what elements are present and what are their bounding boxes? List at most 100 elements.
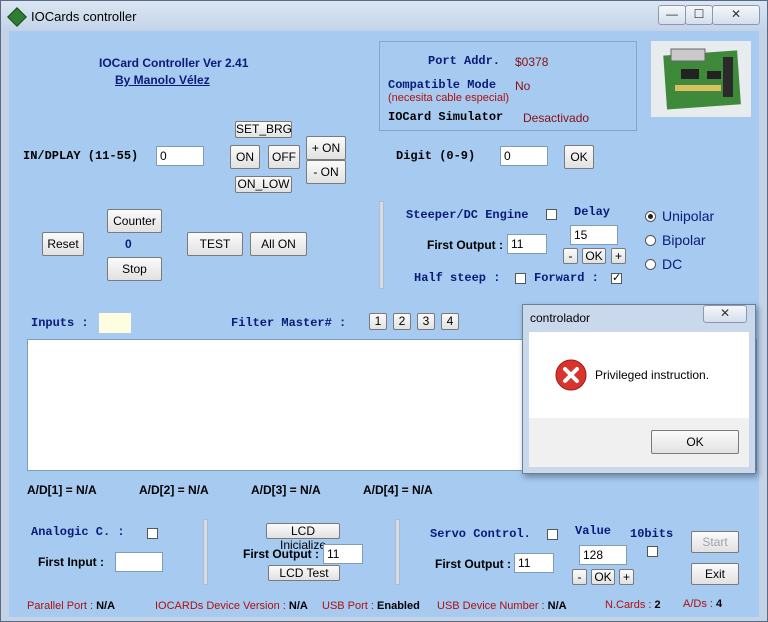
separator-2 (203, 519, 208, 585)
status-ncards: N.Cards : 2 (605, 599, 661, 611)
parallel-label: Parallel Port : (27, 600, 94, 612)
ad4-label: A/D[4] = (363, 483, 409, 497)
start-button[interactable]: Start (691, 531, 739, 553)
ads-value: 4 (716, 598, 723, 610)
usb-value: Enabled (377, 600, 420, 612)
usbnum-value: N/A (547, 600, 567, 612)
off-button[interactable]: OFF (268, 145, 300, 169)
stop-button[interactable]: Stop (107, 257, 162, 281)
board-image (651, 41, 751, 117)
stepper-first-output-input[interactable]: 11 (507, 234, 547, 254)
author-link[interactable]: By Manolo Vélez (115, 73, 210, 87)
exit-button[interactable]: Exit (691, 563, 739, 585)
port-value: $0378 (515, 55, 549, 69)
test-button[interactable]: TEST (187, 232, 243, 256)
servo-first-output-label: First Output : (435, 557, 511, 571)
servo-bits-checkbox[interactable] (647, 546, 658, 557)
close-button[interactable]: ✕ (712, 5, 760, 25)
reset-button[interactable]: Reset (42, 232, 84, 256)
dc-radio[interactable] (645, 259, 656, 270)
first-input-field[interactable] (115, 552, 163, 572)
compat-note: (necesita cable especial) (388, 92, 510, 104)
digit-label: Digit (0-9) (396, 149, 476, 163)
servo-first-output-input[interactable]: 11 (514, 553, 554, 573)
dialog-close-button[interactable]: ✕ (703, 305, 747, 323)
filter-4-button[interactable]: 4 (441, 313, 459, 330)
all-on-button[interactable]: All ON (250, 232, 307, 256)
filter-2-button[interactable]: 2 (393, 313, 411, 330)
servo-label: Servo Control. (430, 527, 531, 541)
sim-value: Desactivado (523, 111, 590, 125)
port-label: Port Addr. (428, 54, 501, 68)
version-label: IOCARDs Device Version : (155, 600, 286, 612)
stepper-label: Steeper/DC Engine (406, 208, 529, 222)
lcd-test-button[interactable]: LCD Test (268, 565, 340, 581)
counter-value: 0 (125, 237, 132, 251)
delay-input[interactable]: 15 (570, 225, 618, 245)
forward-checkbox[interactable]: ✓ (611, 273, 622, 284)
status-ads: A/Ds : 4 (683, 598, 722, 610)
dc-label: DC (662, 256, 683, 272)
bipolar-label: Bipolar (662, 232, 706, 248)
bipolar-radio[interactable] (645, 235, 656, 246)
ad3-label: A/D[3] = (251, 483, 297, 497)
on-low-button[interactable]: ON_LOW (235, 176, 292, 193)
info-panel: Port Addr. $0378 Compatible Mode No (nec… (379, 41, 637, 131)
filter-3-button[interactable]: 3 (417, 313, 435, 330)
minus-on-button[interactable]: - ON (306, 160, 346, 184)
status-usb-number: USB Device Number : N/A (437, 600, 567, 612)
display-input[interactable]: 0 (156, 146, 204, 166)
ad2-label: A/D[2] = (139, 483, 185, 497)
servo-value-input[interactable]: 128 (579, 545, 627, 565)
ads-label: A/Ds : (683, 598, 713, 610)
stepper-checkbox[interactable] (546, 209, 557, 220)
counter-button[interactable]: Counter (107, 209, 162, 233)
servo-plus-button[interactable]: + (619, 569, 634, 585)
ncards-label: N.Cards : (605, 599, 652, 611)
ad3-value: N/A (300, 483, 321, 497)
error-dialog: controlador ✕ Privileged instruction. OK (522, 304, 756, 474)
filter-label: Filter Master# : (231, 316, 347, 330)
dialog-title: controlador (530, 311, 591, 325)
servo-ok-button[interactable]: OK (591, 569, 615, 585)
on-button[interactable]: ON (230, 145, 260, 169)
ad2-value: N/A (188, 483, 209, 497)
lcd-first-output-label: First Output : (243, 547, 319, 561)
half-step-checkbox[interactable] (515, 273, 526, 284)
display-label: IN/DPLAY (11-55) (23, 149, 139, 163)
forward-label: Forward : (534, 271, 599, 285)
unipolar-radio[interactable] (645, 211, 656, 222)
delay-label: Delay (574, 205, 611, 219)
digit-input[interactable]: 0 (500, 146, 548, 166)
title-bar: IOCards controller — ☐ ✕ (1, 1, 767, 31)
sim-label: IOCard Simulator (388, 110, 504, 124)
plus-on-button[interactable]: + ON (306, 136, 346, 160)
servo-minus-button[interactable]: - (572, 569, 587, 585)
dialog-ok-button[interactable]: OK (651, 430, 739, 454)
compat-value: No (515, 79, 531, 93)
version-label: IOCard Controller Ver 2.41 (99, 56, 249, 70)
ad4: A/D[4] = N/A (363, 483, 433, 497)
minimize-button[interactable]: — (658, 5, 686, 25)
dialog-message: Privileged instruction. (595, 368, 710, 382)
delay-minus-button[interactable]: - (563, 248, 578, 264)
compat-label: Compatible Mode (388, 78, 497, 92)
lcd-init-button[interactable]: LCD Inicialize (266, 523, 340, 552)
digit-ok-button[interactable]: OK (564, 145, 594, 169)
half-step-label: Half steep : (414, 271, 501, 285)
servo-checkbox[interactable] (547, 529, 558, 540)
set-brg-button[interactable]: SET_BRG (235, 121, 292, 138)
filter-1-button[interactable]: 1 (369, 313, 387, 330)
lcd-first-output-input[interactable]: 11 (323, 544, 363, 564)
delay-ok-button[interactable]: OK (582, 248, 606, 264)
maximize-button[interactable]: ☐ (685, 5, 713, 25)
separator-1 (379, 201, 384, 289)
parallel-value: N/A (96, 600, 116, 612)
separator-3 (395, 519, 400, 585)
delay-plus-button[interactable]: + (611, 248, 626, 264)
servo-value-label: Value (575, 524, 612, 538)
ad2: A/D[2] = N/A (139, 483, 209, 497)
analog-checkbox[interactable] (147, 528, 158, 539)
status-parallel: Parallel Port : N/A (27, 600, 115, 612)
ad3: A/D[3] = N/A (251, 483, 321, 497)
